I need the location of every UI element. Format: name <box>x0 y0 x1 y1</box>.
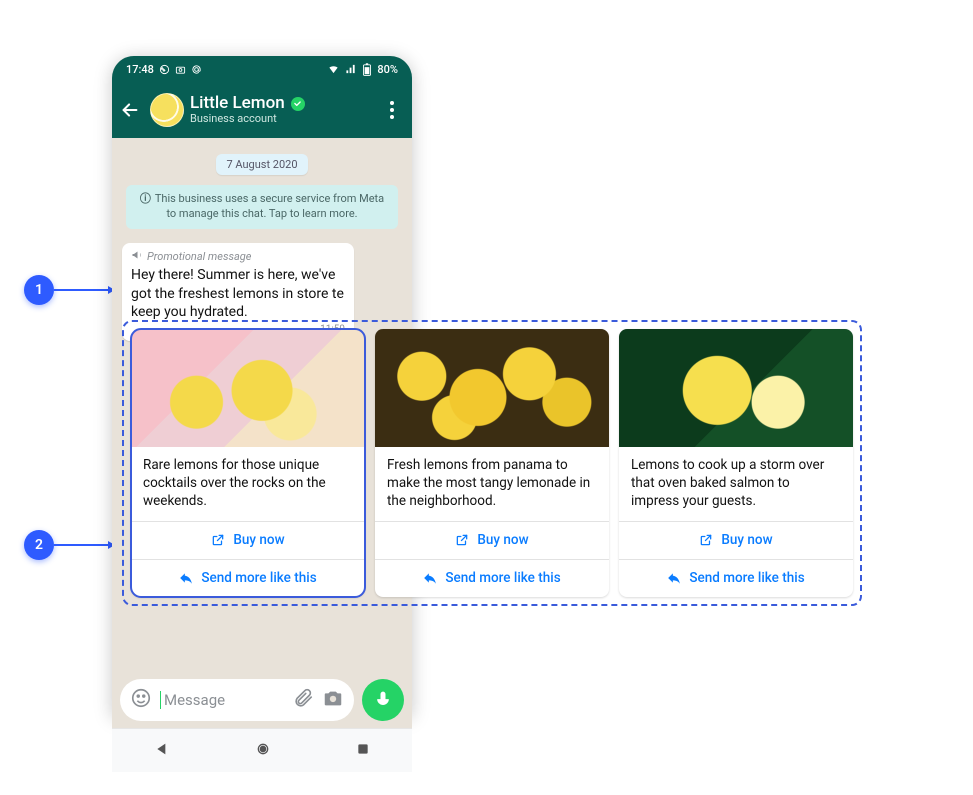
carousel-card[interactable]: Fresh lemons from panama to make the mos… <box>375 329 609 597</box>
annotation-arrow-2 <box>54 544 114 546</box>
annotation-arrow-1 <box>54 289 114 291</box>
buy-now-button[interactable]: Buy now <box>619 521 853 559</box>
promotional-tag-text: Promotional message <box>147 250 251 263</box>
phone-frame: 17:48 80% <box>112 56 412 716</box>
annotation-number: 2 <box>35 537 43 553</box>
clock-text: 17:48 <box>126 63 154 76</box>
card-image <box>131 329 365 447</box>
back-button[interactable] <box>116 99 144 121</box>
emoji-icon[interactable] <box>130 687 152 713</box>
input-bar: Message <box>112 672 412 728</box>
send-more-button[interactable]: Send more like this <box>619 559 853 597</box>
attach-icon[interactable] <box>292 687 314 713</box>
annotation-number: 1 <box>35 282 43 298</box>
open-link-icon <box>455 533 469 547</box>
reply-icon <box>667 571 681 585</box>
statusbar: 17:48 80% <box>112 56 412 82</box>
action-label: Send more like this <box>689 570 804 586</box>
open-link-icon <box>699 533 713 547</box>
avatar[interactable] <box>150 93 184 127</box>
action-label: Send more like this <box>201 570 316 586</box>
date-separator: 7 August 2020 <box>216 154 307 175</box>
card-image <box>375 329 609 447</box>
card-text: Lemons to cook up a storm over that oven… <box>619 447 853 521</box>
nav-recents-icon[interactable] <box>356 741 370 760</box>
encryption-notice-text: This business uses a secure service from… <box>155 192 384 220</box>
annotation-badge-1: 1 <box>24 275 54 305</box>
chat-subtitle: Business account <box>190 113 374 126</box>
card-text: Fresh lemons from panama to make the mos… <box>375 447 609 521</box>
message-input[interactable]: Message <box>120 679 354 721</box>
open-link-icon <box>211 533 225 547</box>
reply-icon <box>423 571 437 585</box>
send-more-button[interactable]: Send more like this <box>375 559 609 597</box>
action-label: Send more like this <box>445 570 560 586</box>
megaphone-icon <box>131 249 143 264</box>
whatsapp-icon <box>159 64 170 75</box>
signal-icon <box>345 64 357 75</box>
chat-header: Little Lemon Business account <box>112 82 412 138</box>
android-navbar <box>112 728 412 772</box>
card-text: Rare lemons for those unique cocktails o… <box>131 447 365 521</box>
buy-now-button[interactable]: Buy now <box>131 521 365 559</box>
card-image <box>619 329 853 447</box>
overflow-menu-button[interactable] <box>380 101 404 119</box>
nav-home-icon[interactable] <box>255 741 271 761</box>
chat-title: Little Lemon <box>190 94 285 114</box>
action-label: Buy now <box>233 532 284 548</box>
mic-button[interactable] <box>362 679 404 721</box>
nav-back-icon[interactable] <box>154 741 170 761</box>
header-title-block[interactable]: Little Lemon Business account <box>190 94 374 126</box>
carousel-card[interactable]: Lemons to cook up a storm over that oven… <box>619 329 853 597</box>
annotation-badge-2: 2 <box>24 530 54 560</box>
camera-small-icon <box>175 64 186 75</box>
message-placeholder: Message <box>160 691 225 709</box>
wifi-icon <box>327 64 340 75</box>
action-label: Buy now <box>477 532 528 548</box>
buy-now-button[interactable]: Buy now <box>375 521 609 559</box>
at-icon <box>191 64 202 75</box>
send-more-button[interactable]: Send more like this <box>131 559 365 597</box>
reply-icon <box>179 571 193 585</box>
action-label: Buy now <box>721 532 772 548</box>
info-icon: ⓘ <box>140 192 151 205</box>
camera-icon[interactable] <box>322 687 344 713</box>
encryption-notice[interactable]: ⓘ This business uses a secure service fro… <box>126 185 398 229</box>
verified-badge-icon <box>291 97 305 111</box>
message-text: Hey there! Summer is here, we've got the… <box>131 266 345 323</box>
promotional-tag: Promotional message <box>131 249 345 264</box>
battery-text: 80% <box>377 63 398 76</box>
carousel-highlight: Rare lemons for those unique cocktails o… <box>122 320 862 606</box>
carousel-card[interactable]: Rare lemons for those unique cocktails o… <box>131 329 365 597</box>
battery-icon <box>362 63 372 76</box>
